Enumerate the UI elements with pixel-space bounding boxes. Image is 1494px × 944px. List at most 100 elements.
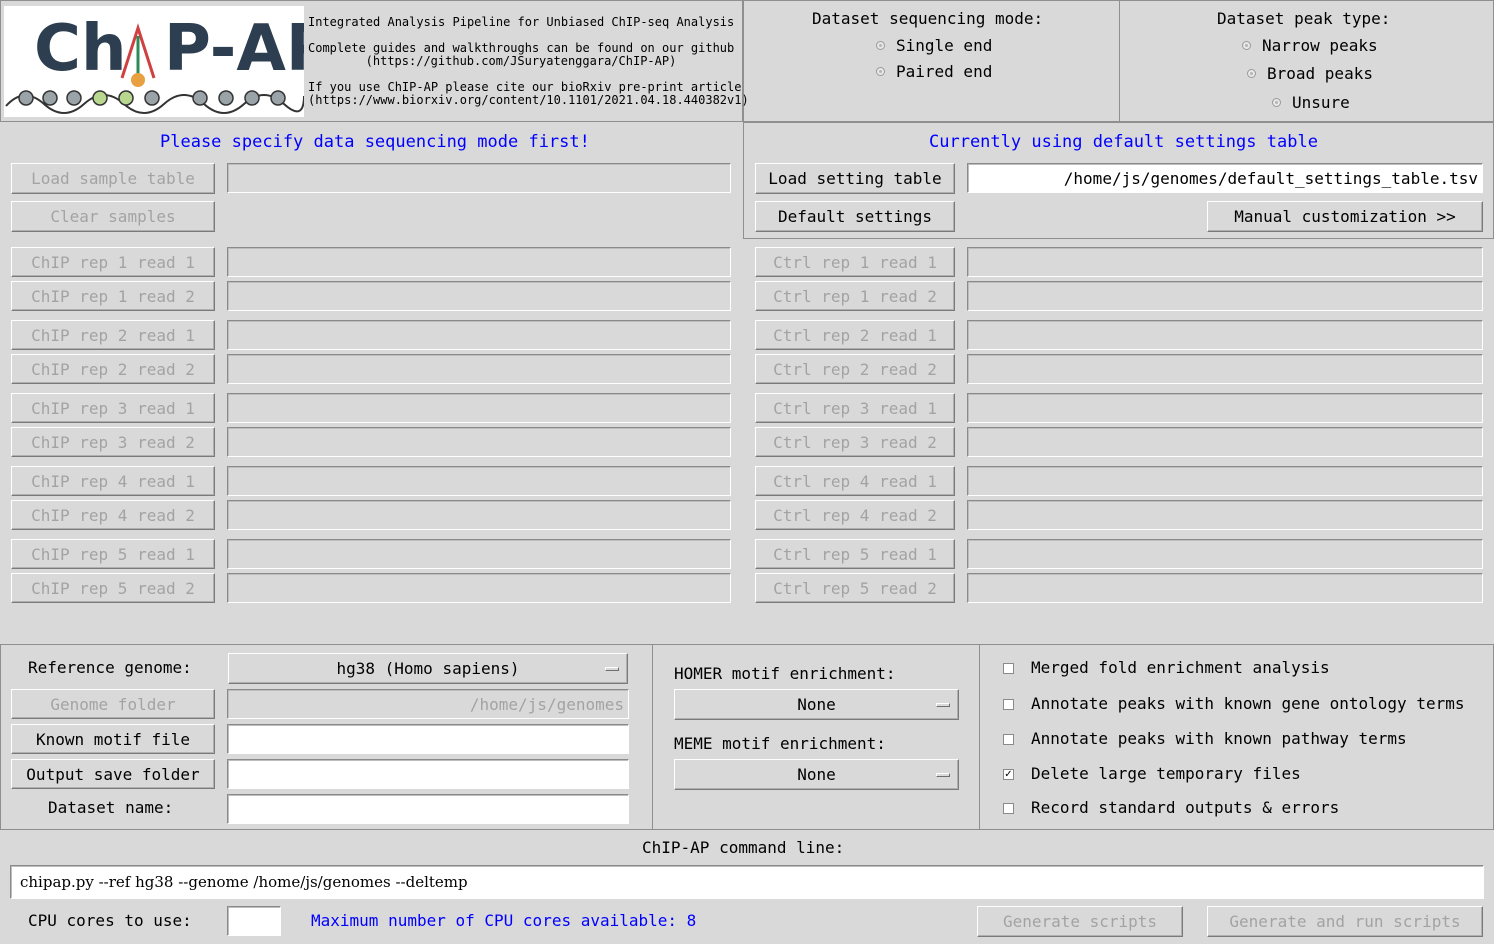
default-settings-button[interactable]: Default settings <box>755 201 955 232</box>
chip-rep5-read1-button[interactable]: ChIP rep 5 read 1 <box>11 539 215 569</box>
chip-rep2-read1-button[interactable]: ChIP rep 2 read 1 <box>11 320 215 350</box>
cpu-cores-info: Maximum number of CPU cores available: 8 <box>311 911 697 930</box>
ctrl-rep5-read2-button[interactable]: Ctrl rep 5 read 2 <box>755 573 955 603</box>
peak-type-title: Dataset peak type: <box>1217 9 1391 28</box>
ctrl-rep4-read1-field[interactable] <box>967 466 1483 496</box>
record-outputs-checkbox[interactable] <box>1003 803 1014 814</box>
broad-peaks-radio[interactable] <box>1247 69 1256 78</box>
annotate-go-checkbox[interactable] <box>1003 699 1014 710</box>
ctrl-rep5-read1-button[interactable]: Ctrl rep 5 read 1 <box>755 539 955 569</box>
delete-temp-label[interactable]: Delete large temporary files <box>1031 764 1301 783</box>
chip-rep4-read2-field[interactable] <box>227 500 731 530</box>
merged-fold-label[interactable]: Merged fold enrichment analysis <box>1031 658 1330 677</box>
clear-samples-button[interactable]: Clear samples <box>11 201 215 232</box>
narrow-peaks-label[interactable]: Narrow peaks <box>1262 36 1378 55</box>
ctrl-rep1-read2-button[interactable]: Ctrl rep 1 read 2 <box>755 281 955 311</box>
chip-rep1-read2-button[interactable]: ChIP rep 1 read 2 <box>11 281 215 311</box>
chip-rep5-read2-button[interactable]: ChIP rep 5 read 2 <box>11 573 215 603</box>
ctrl-rep3-read2-field[interactable] <box>967 427 1483 457</box>
annotate-go-label[interactable]: Annotate peaks with known gene ontology … <box>1031 694 1464 713</box>
manual-customization-button[interactable]: Manual customization >> <box>1207 201 1483 232</box>
generate-scripts-button[interactable]: Generate scripts <box>977 906 1183 937</box>
annotate-pathway-checkbox[interactable] <box>1003 734 1014 745</box>
meme-motif-label: MEME motif enrichment: <box>674 734 886 753</box>
menu-indicator-icon <box>936 772 950 777</box>
paired-end-label[interactable]: Paired end <box>896 62 992 81</box>
ctrl-rep4-read2-button[interactable]: Ctrl rep 4 read 2 <box>755 500 955 530</box>
unsure-radio[interactable] <box>1272 98 1281 107</box>
header-line-2b: (https://github.com/JSuryatenggara/ChIP-… <box>365 54 677 68</box>
chip-rep2-read1-field[interactable] <box>227 320 731 350</box>
ctrl-rep1-read1-button[interactable]: Ctrl rep 1 read 1 <box>755 247 955 277</box>
chip-rep1-read1-button[interactable]: ChIP rep 1 read 1 <box>11 247 215 277</box>
known-motif-file-field[interactable] <box>227 724 629 754</box>
genome-folder-button[interactable]: Genome folder <box>11 689 215 719</box>
logo-letters-pap: P-AP <box>164 12 304 86</box>
header-line-1: Integrated Analysis Pipeline for Unbiase… <box>308 15 735 29</box>
ctrl-rep4-read1-button[interactable]: Ctrl rep 4 read 1 <box>755 466 955 496</box>
menu-indicator-icon <box>605 666 619 671</box>
settings-notice: Currently using default settings table <box>929 132 1318 152</box>
header-line-3b: (https://www.biorxiv.org/content/10.1101… <box>308 93 749 107</box>
load-sample-table-button[interactable]: Load sample table <box>11 163 215 194</box>
sample-table-path-field[interactable] <box>227 163 731 193</box>
ctrl-rep2-read1-button[interactable]: Ctrl rep 2 read 1 <box>755 320 955 350</box>
output-save-folder-button[interactable]: Output save folder <box>11 759 215 789</box>
merged-fold-checkbox[interactable] <box>1003 663 1014 674</box>
ctrl-rep1-read1-field[interactable] <box>967 247 1483 277</box>
generate-run-scripts-button[interactable]: Generate and run scripts <box>1207 906 1483 937</box>
chip-rep3-read2-button[interactable]: ChIP rep 3 read 2 <box>11 427 215 457</box>
output-save-folder-field[interactable] <box>227 759 629 789</box>
genome-folder-field[interactable]: /home/js/genomes <box>227 689 629 719</box>
ctrl-rep3-read1-field[interactable] <box>967 393 1483 423</box>
logo-graphic: Ch P-AP <box>5 12 304 114</box>
ctrl-rep5-read1-field[interactable] <box>967 539 1483 569</box>
known-motif-file-button[interactable]: Known motif file <box>11 724 215 754</box>
dataset-name-field[interactable] <box>227 794 629 824</box>
reference-genome-label: Reference genome: <box>28 658 192 677</box>
chip-rep2-read2-field[interactable] <box>227 354 731 384</box>
ctrl-rep2-read2-field[interactable] <box>967 354 1483 384</box>
single-end-label[interactable]: Single end <box>896 36 992 55</box>
ctrl-rep5-read2-field[interactable] <box>967 573 1483 603</box>
chipap-logo: Ch P-AP <box>4 6 304 117</box>
ctrl-rep3-read1-button[interactable]: Ctrl rep 3 read 1 <box>755 393 955 423</box>
ctrl-rep1-read2-field[interactable] <box>967 281 1483 311</box>
command-line-title: ChIP-AP command line: <box>642 838 845 857</box>
chip-rep1-read2-field[interactable] <box>227 281 731 311</box>
ctrl-rep2-read1-field[interactable] <box>967 320 1483 350</box>
chip-rep4-read1-button[interactable]: ChIP rep 4 read 1 <box>11 466 215 496</box>
single-end-radio[interactable] <box>876 41 885 50</box>
command-line-field[interactable]: chipap.py --ref hg38 --genome /home/js/g… <box>10 865 1484 899</box>
settings-table-path-field[interactable]: /home/js/genomes/default_settings_table.… <box>967 163 1483 193</box>
meme-motif-value: None <box>797 765 836 784</box>
chip-rep5-read1-field[interactable] <box>227 539 731 569</box>
cpu-cores-field[interactable] <box>227 906 281 936</box>
cpu-cores-label: CPU cores to use: <box>28 911 192 930</box>
ctrl-rep3-read2-button[interactable]: Ctrl rep 3 read 2 <box>755 427 955 457</box>
unsure-label[interactable]: Unsure <box>1292 93 1350 112</box>
reference-genome-menu[interactable]: hg38 (Homo sapiens) <box>228 653 628 684</box>
load-setting-table-button[interactable]: Load setting table <box>755 163 955 194</box>
chip-rep4-read2-button[interactable]: ChIP rep 4 read 2 <box>11 500 215 530</box>
broad-peaks-label[interactable]: Broad peaks <box>1267 64 1373 83</box>
chip-rep3-read1-field[interactable] <box>227 393 731 423</box>
chip-rep1-read1-field[interactable] <box>227 247 731 277</box>
chip-rep3-read1-button[interactable]: ChIP rep 3 read 1 <box>11 393 215 423</box>
delete-temp-checkbox[interactable]: ✓ <box>1003 769 1014 780</box>
chip-rep5-read2-field[interactable] <box>227 573 731 603</box>
homer-motif-menu[interactable]: None <box>674 689 959 720</box>
logo-letters-ch: Ch <box>34 12 127 86</box>
meme-motif-menu[interactable]: None <box>674 759 959 790</box>
menu-indicator-icon <box>936 702 950 707</box>
ctrl-rep4-read2-field[interactable] <box>967 500 1483 530</box>
narrow-peaks-radio[interactable] <box>1242 41 1251 50</box>
dataset-name-label: Dataset name: <box>48 798 174 817</box>
chip-rep4-read1-field[interactable] <box>227 466 731 496</box>
record-outputs-label[interactable]: Record standard outputs & errors <box>1031 798 1339 817</box>
chip-rep3-read2-field[interactable] <box>227 427 731 457</box>
ctrl-rep2-read2-button[interactable]: Ctrl rep 2 read 2 <box>755 354 955 384</box>
annotate-pathway-label[interactable]: Annotate peaks with known pathway terms <box>1031 729 1407 748</box>
paired-end-radio[interactable] <box>876 67 885 76</box>
chip-rep2-read2-button[interactable]: ChIP rep 2 read 2 <box>11 354 215 384</box>
